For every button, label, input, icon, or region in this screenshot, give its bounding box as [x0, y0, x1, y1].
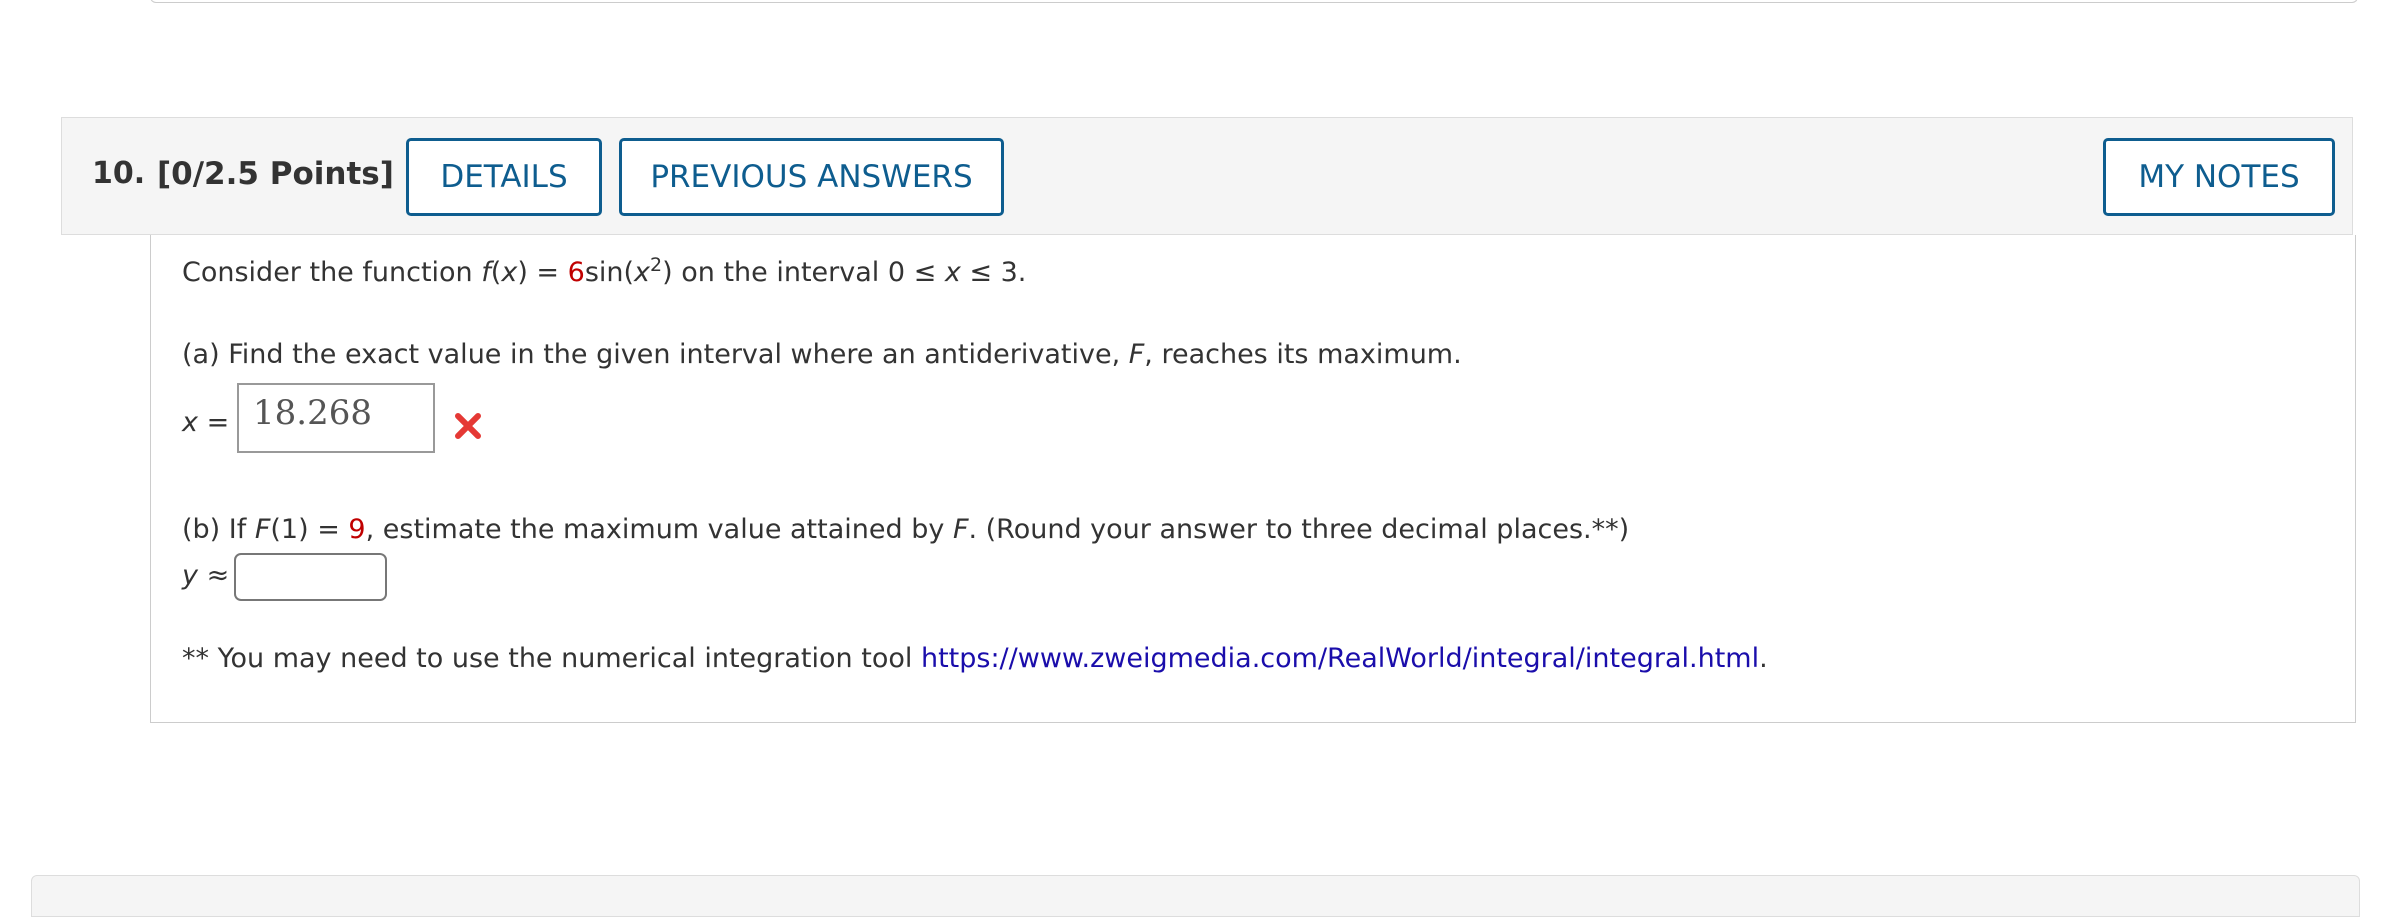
question-number: 10.	[92, 156, 146, 191]
question-header: 10. [0/2.5 Points] DETAILS PREVIOUS ANSW…	[61, 117, 2353, 235]
details-button[interactable]: DETAILS	[406, 138, 602, 216]
previous-question-panel-bottom	[150, 0, 2358, 3]
next-question-panel-top	[31, 875, 2360, 917]
function-statement: Consider the function f(x) = 6sin(x2) on…	[182, 254, 1027, 289]
wrong-x-icon	[455, 413, 481, 439]
y-answer-label: y ≈	[182, 560, 230, 591]
coefficient-value: 6	[567, 257, 585, 288]
my-notes-button[interactable]: MY NOTES	[2103, 138, 2335, 216]
question-points: [0/2.5 Points]	[157, 156, 394, 192]
part-a-prompt: (a) Find the exact value in the given in…	[182, 339, 1462, 370]
previous-answers-button[interactable]: PREVIOUS ANSWERS	[619, 138, 1004, 216]
x-answer-label: x =	[182, 407, 230, 438]
given-value: 9	[348, 514, 366, 545]
integration-tool-note: ** You may need to use the numerical int…	[182, 643, 1768, 674]
part-a-answer-box: 18.268	[237, 383, 435, 453]
question-body: Consider the function f(x) = 6sin(x2) on…	[150, 235, 2356, 723]
part-b-prompt: (b) If F(1) = 9, estimate the maximum va…	[182, 514, 1630, 545]
integration-tool-link[interactable]: https://www.zweigmedia.com/RealWorld/int…	[921, 643, 1759, 674]
part-b-answer-input[interactable]	[234, 553, 387, 601]
